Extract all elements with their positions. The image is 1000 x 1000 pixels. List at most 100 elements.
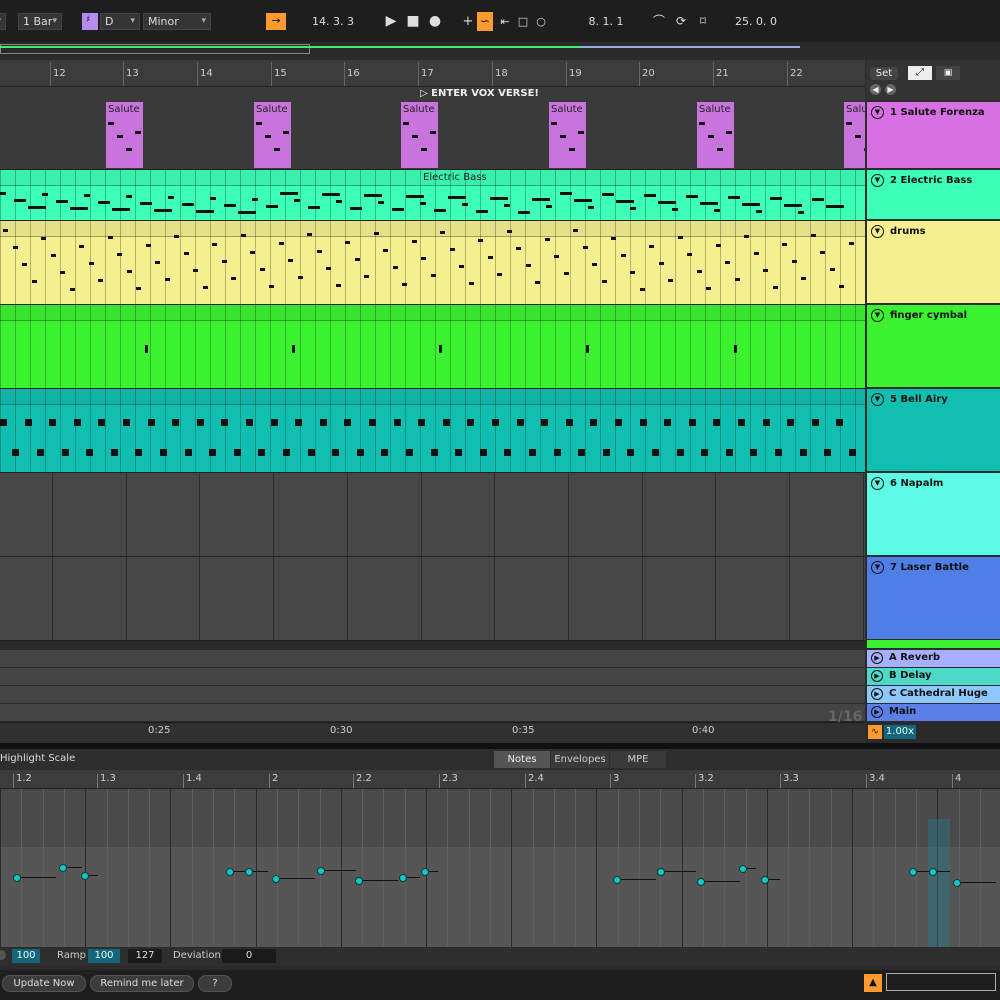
loop-length-display[interactable]: 25. 0. 0 — [718, 13, 794, 30]
tab-envelopes[interactable]: Envelopes — [551, 751, 609, 768]
back-to-arrangement-icon[interactable]: ⇤ — [496, 12, 514, 31]
velocity-handle[interactable] — [13, 874, 21, 882]
add-icon[interactable]: + — [459, 12, 477, 31]
waveform-icon[interactable]: ∿ — [868, 725, 882, 739]
ramp-from-field[interactable]: 100 — [88, 949, 120, 963]
velocity-handle[interactable] — [739, 865, 747, 873]
velocity-handle[interactable] — [355, 877, 363, 885]
clip[interactable]: Salute F — [549, 102, 586, 168]
velocity-handle[interactable] — [613, 876, 621, 884]
track-lane[interactable] — [0, 389, 865, 473]
capture-icon[interactable]: □ — [514, 12, 532, 31]
velocity-handle[interactable] — [245, 868, 253, 876]
follow-button[interactable]: → — [266, 13, 286, 30]
clip[interactable] — [0, 305, 865, 388]
fold-icon[interactable]: ▼ — [871, 393, 884, 406]
time-ruler[interactable]: 0:25 0:30 0:35 0:40 1/16 — [0, 709, 865, 743]
track-header[interactable]: ▼ finger cymbal — [867, 305, 1000, 387]
fold-icon[interactable]: ▶ — [871, 670, 883, 682]
velocity-handle[interactable] — [317, 867, 325, 875]
key-dropdown[interactable]: D — [100, 13, 140, 30]
return-header[interactable]: ▶ A Reverb — [867, 650, 1000, 667]
clip[interactable]: Salute F — [844, 102, 865, 168]
loop-start-display[interactable]: 8. 1. 1 — [568, 13, 644, 30]
return-header[interactable]: ▶ B Delay — [867, 668, 1000, 685]
return-lane[interactable] — [0, 668, 865, 686]
track-header[interactable]: ▼ drums — [867, 221, 1000, 303]
fold-icon[interactable]: ▼ — [871, 174, 884, 187]
play-icon[interactable]: ▶ — [382, 12, 400, 31]
tab-notes[interactable]: Notes — [494, 751, 550, 768]
punch-out-icon[interactable]: ⌑ — [694, 12, 712, 31]
highlight-scale-label[interactable]: Highlight Scale — [0, 753, 75, 764]
nav-left-icon[interactable]: ◀ — [870, 84, 881, 95]
track-lane[interactable] — [0, 473, 865, 557]
velocity-handle[interactable] — [421, 868, 429, 876]
velocity-handle[interactable] — [226, 868, 234, 876]
track-header[interactable]: ▼ 2 Electric Bass — [867, 170, 1000, 219]
fold-icon[interactable]: ▼ — [871, 477, 884, 490]
return-header[interactable]: ▶ C Cathedral Huge — [867, 686, 1000, 703]
velocity-editor[interactable] — [0, 789, 1000, 947]
velocity-handle[interactable] — [272, 875, 280, 883]
track-lane[interactable]: Salute F Salute F Salute F Salute F Salute F… — [0, 102, 865, 170]
beat-ruler[interactable]: 1.2 1.3 1.4 2 2.2 2.3 2.4 3 3.2 3.3 3.4 4 — [0, 770, 1000, 789]
velocity-handle[interactable] — [761, 876, 769, 884]
cpu-meter[interactable] — [886, 973, 996, 991]
track-header[interactable]: ▼ 7 Laser Battle — [867, 557, 1000, 639]
velocity-handle[interactable] — [59, 864, 67, 872]
punch-in-icon[interactable]: ⌒ — [650, 12, 668, 31]
return-lane[interactable] — [0, 686, 865, 704]
track-lane[interactable]: Electric Bass — [0, 170, 865, 221]
fold-icon[interactable]: ▶ — [871, 652, 883, 664]
fold-icon[interactable]: ▼ — [871, 561, 884, 574]
track-header[interactable]: ▼ 6 Napalm — [867, 473, 1000, 555]
expand-icon[interactable]: ⤢ — [908, 66, 932, 80]
audio-track-header[interactable] — [867, 640, 1000, 648]
velocity-handle[interactable] — [953, 879, 961, 887]
set-button[interactable]: Set — [870, 67, 898, 80]
arrangement-overview[interactable] — [0, 42, 1000, 58]
velocity-handle[interactable] — [929, 868, 937, 876]
velocity-handle[interactable] — [81, 872, 89, 880]
velocity-handle[interactable] — [909, 868, 917, 876]
velocity-handle[interactable] — [657, 868, 665, 876]
fold-icon[interactable]: ▶ — [871, 688, 883, 700]
fold-icon[interactable]: ▼ — [871, 106, 884, 119]
warning-icon[interactable]: ▲ — [864, 974, 882, 992]
track-lane[interactable] — [0, 557, 865, 641]
clip[interactable] — [0, 221, 865, 304]
velocity-field[interactable]: 100 — [12, 949, 40, 963]
fold-icon[interactable]: ▼ — [871, 309, 884, 322]
track-header[interactable]: ▼ 5 Bell Airy — [867, 389, 1000, 471]
nav-right-icon[interactable]: ▶ — [885, 84, 896, 95]
tab-mpe[interactable]: MPE — [610, 751, 666, 768]
fold-icon[interactable]: ▼ — [871, 225, 884, 238]
ramp-to-field[interactable]: 127 — [128, 949, 162, 963]
velocity-knob-icon[interactable] — [0, 950, 6, 960]
remind-later-button[interactable]: Remind me later — [90, 975, 194, 992]
fold-icon[interactable]: ▶ — [871, 706, 883, 718]
metronome-dropdown[interactable] — [0, 13, 6, 30]
locator-marker[interactable]: ▷ ENTER VOX VERSE! — [420, 88, 539, 99]
velocity-handle[interactable] — [399, 874, 407, 882]
position-display[interactable]: 14. 3. 3 — [297, 13, 369, 30]
quantize-dropdown[interactable]: 1 Bar — [18, 13, 62, 30]
automation-arm-icon[interactable]: ∽ — [477, 12, 493, 31]
bar-ruler[interactable]: 12 13 14 15 16 17 18 19 20 21 22 — [0, 60, 865, 87]
velocity-handle[interactable] — [697, 878, 705, 886]
clip[interactable]: Electric Bass — [0, 170, 865, 220]
return-header[interactable]: ▶ Main — [867, 704, 1000, 721]
clip[interactable]: Salute F — [697, 102, 734, 168]
clip[interactable] — [0, 389, 865, 472]
track-lane[interactable] — [0, 305, 865, 389]
deviation-field[interactable]: 0 — [222, 949, 276, 963]
track-header[interactable]: ▼ 1 Salute Forenza — [867, 102, 1000, 168]
stop-icon[interactable]: ■ — [404, 12, 422, 31]
loop-icon[interactable]: ⟳ — [672, 12, 690, 31]
return-lane[interactable] — [0, 650, 865, 668]
clip[interactable]: Salute F — [401, 102, 438, 168]
record-icon[interactable]: ● — [426, 12, 444, 31]
track-lane[interactable] — [0, 221, 865, 305]
lock-icon[interactable]: ▣ — [936, 66, 960, 80]
